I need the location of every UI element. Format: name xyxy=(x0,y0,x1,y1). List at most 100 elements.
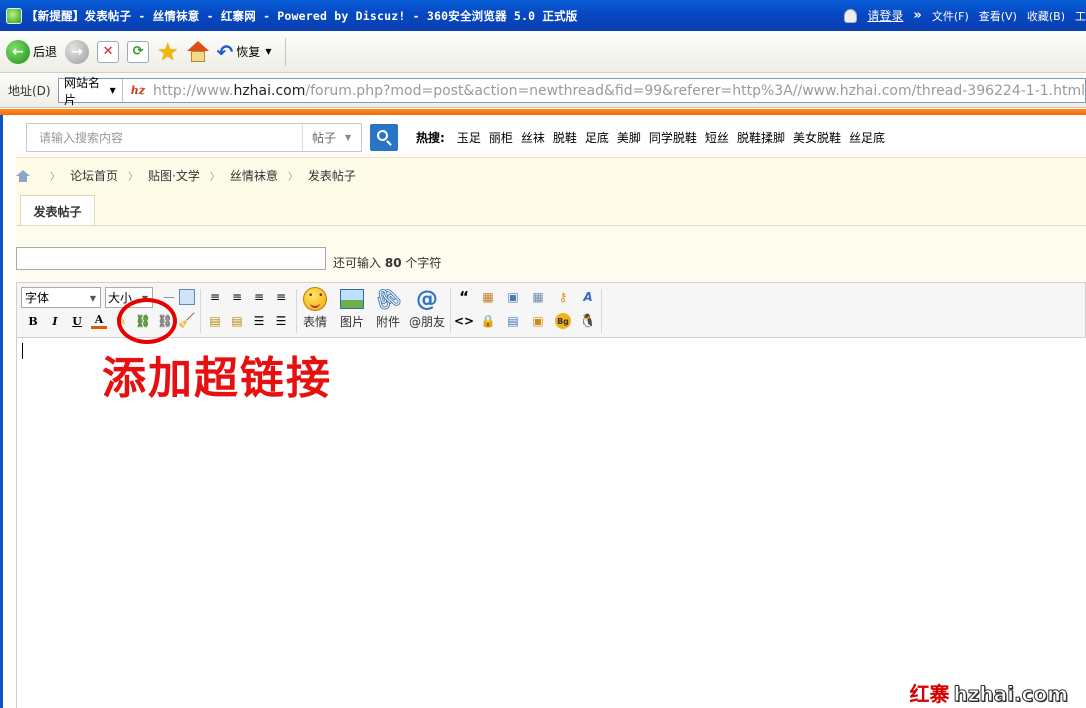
menu-file[interactable]: 文件(F) xyxy=(932,8,969,24)
address-field[interactable]: 网站名片 ▼ hz http://www.hzhai.com/forum.php… xyxy=(58,76,1086,107)
chevron-right-icon: 〉 xyxy=(209,172,220,183)
hidden-content-icon[interactable]: ▦ xyxy=(480,289,496,305)
align-right-icon[interactable]: ≡ xyxy=(273,289,289,305)
flash-icon[interactable]: ▣ xyxy=(505,289,521,305)
image-button[interactable]: 图片 xyxy=(332,287,372,333)
font-family-select[interactable]: 字体 ▼ xyxy=(21,287,101,308)
key-icon[interactable]: ⚷ xyxy=(555,289,571,305)
hot-term-link[interactable]: 美脚 xyxy=(617,129,641,146)
hot-term-link[interactable]: 丝袜 xyxy=(521,129,545,146)
search-input[interactable] xyxy=(27,124,302,151)
mention-label: @朋友 xyxy=(408,315,445,329)
breadcrumb-forum-home[interactable]: 论坛首页 xyxy=(70,167,118,184)
align-center-icon[interactable]: ≡ xyxy=(229,289,245,305)
music-list-icon[interactable]: ▤ xyxy=(505,313,521,329)
annotation-circle xyxy=(117,298,177,344)
login-link[interactable]: 请登录 xyxy=(867,7,903,24)
forward-arrow-icon: → xyxy=(65,39,90,64)
hot-term-link[interactable]: 同学脱鞋 xyxy=(649,129,697,146)
clear-format-icon[interactable]: 🧹 xyxy=(178,313,195,329)
attachment-button[interactable]: 🖇 附件 xyxy=(368,281,408,333)
subject-input[interactable] xyxy=(16,247,326,270)
video-icon[interactable]: ▣ xyxy=(530,313,546,329)
refresh-icon: ⟳ xyxy=(127,40,150,63)
toolbar-divider xyxy=(200,289,201,333)
char-counter: 还可输入 80 个字符 xyxy=(333,256,442,270)
table-icon[interactable] xyxy=(179,289,195,305)
double-chevron-icon[interactable]: » xyxy=(913,8,921,23)
emoji-button[interactable]: 表情 xyxy=(295,287,335,333)
hot-term-link[interactable]: 丝足底 xyxy=(849,129,885,146)
watermark-en: hzhai.com xyxy=(953,682,1069,707)
window-title: 【新提醒】发表帖子 - 丝情袜意 - 红寨网 - Powered by Disc… xyxy=(26,8,578,23)
smiley-icon xyxy=(303,287,327,311)
site-card-label: 网站名片 xyxy=(64,75,101,107)
stop-button[interactable]: ✕ xyxy=(97,37,120,67)
dropdown-caret-icon[interactable]: ▼ xyxy=(265,47,271,56)
home-button[interactable] xyxy=(186,37,209,67)
back-button[interactable]: ← 后退 xyxy=(6,37,57,67)
underline-button[interactable]: U xyxy=(69,313,85,329)
hot-term-link[interactable]: 美女脱鞋 xyxy=(793,129,841,146)
editor-toolbar: 字体 ▼ 大小 ▼ — B I U A ✎ ⛓ ⛓ 🧹 ≡ ≡ ≡ ≡ ▤ ▤ ☰ … xyxy=(16,281,1086,338)
unordered-list-icon[interactable]: ☰ xyxy=(273,313,289,329)
grid-table-icon[interactable]: ▦ xyxy=(530,289,546,305)
mention-button[interactable]: @ @朋友 xyxy=(406,287,448,333)
quote-icon[interactable]: “ xyxy=(456,288,472,306)
breadcrumb-section[interactable]: 贴图·文学 xyxy=(148,167,200,184)
hot-term-link[interactable]: 脱鞋揉脚 xyxy=(737,129,785,146)
hot-searches: 热搜: 玉足 丽柜 丝袜 脱鞋 足底 美脚 同学脱鞋 短丝 脱鞋揉脚 美女脱鞋 … xyxy=(416,129,885,146)
italic-button[interactable]: I xyxy=(47,313,63,329)
chevron-right-icon: 〉 xyxy=(50,172,60,183)
breadcrumb: 〉 论坛首页 〉 贴图·文学 〉 丝情袜意 〉 发表帖子 xyxy=(16,167,356,184)
search-area: 帖子 ▼ 热搜: 玉足 丽柜 丝袜 脱鞋 足底 美脚 同学脱鞋 短丝 脱鞋揉脚 … xyxy=(16,115,1086,157)
hot-term-link[interactable]: 丽柜 xyxy=(489,129,513,146)
font-style-icon[interactable]: A xyxy=(580,289,596,305)
back-label: 后退 xyxy=(33,45,58,59)
paperclip-icon: 🖇 xyxy=(369,281,407,317)
menu-favorites[interactable]: 收藏(B) xyxy=(1027,8,1065,24)
toolbar-divider xyxy=(285,37,287,66)
code-icon[interactable]: <> xyxy=(454,313,474,329)
align-left-icon[interactable]: ≡ xyxy=(207,289,223,305)
restore-label: 恢复 xyxy=(236,45,261,59)
forward-button[interactable]: → xyxy=(65,37,90,67)
lock-icon[interactable]: 🔒 xyxy=(480,313,496,329)
refresh-button[interactable]: ⟳ xyxy=(127,37,150,67)
at-sign-icon: @ xyxy=(416,286,438,312)
float-left-icon[interactable]: ▤ xyxy=(207,313,223,329)
restore-button[interactable]: ↶ 恢复 ▼ xyxy=(217,37,272,67)
watermark: 红寨 hzhai.com xyxy=(909,678,1068,707)
hot-term-link[interactable]: 足底 xyxy=(585,129,609,146)
hot-term-link[interactable]: 脱鞋 xyxy=(553,129,577,146)
bold-button[interactable]: B xyxy=(25,313,41,329)
breadcrumb-board[interactable]: 丝情袜意 xyxy=(230,167,278,184)
star-icon: ★ xyxy=(157,37,179,66)
image-label: 图片 xyxy=(339,315,364,329)
dropdown-caret-icon: ▼ xyxy=(109,86,116,95)
align-justify-icon[interactable]: ≡ xyxy=(251,289,267,305)
background-music-icon[interactable]: Bg xyxy=(555,313,571,329)
home-icon xyxy=(186,40,209,63)
hot-term-link[interactable]: 玉足 xyxy=(457,129,481,146)
browser-toolbar: ← 后退 → ✕ ⟳ ★ ↶ 恢复 ▼ xyxy=(0,31,1086,73)
tab-new-post[interactable]: 发表帖子 xyxy=(20,195,95,227)
hot-term-link[interactable]: 短丝 xyxy=(705,129,729,146)
search-type-label: 帖子 xyxy=(312,131,337,145)
favorites-button[interactable]: ★ xyxy=(157,37,179,67)
menu-tools[interactable]: 工 xyxy=(1075,8,1086,24)
ordered-list-icon[interactable]: ☰ xyxy=(251,313,267,329)
toolbar-divider xyxy=(450,289,451,333)
site-card-dropdown[interactable]: 网站名片 ▼ xyxy=(59,76,123,107)
qq-penguin-icon[interactable]: 🐧 xyxy=(580,313,596,329)
search-box: 帖子 ▼ xyxy=(26,123,362,152)
search-button[interactable] xyxy=(370,124,398,151)
url-text[interactable]: http://www.hzhai.com/forum.php?mod=post&… xyxy=(153,83,1085,99)
chevron-right-icon: 〉 xyxy=(287,172,298,183)
home-icon[interactable] xyxy=(16,169,30,182)
search-type-dropdown[interactable]: 帖子 ▼ xyxy=(302,124,361,151)
title-bar-menu: 请登录 » 文件(F) 查看(V) 收藏(B) 工 xyxy=(844,0,1086,31)
float-right-icon[interactable]: ▤ xyxy=(229,313,245,329)
font-color-button[interactable]: A xyxy=(91,313,107,329)
menu-view[interactable]: 查看(V) xyxy=(979,8,1017,24)
